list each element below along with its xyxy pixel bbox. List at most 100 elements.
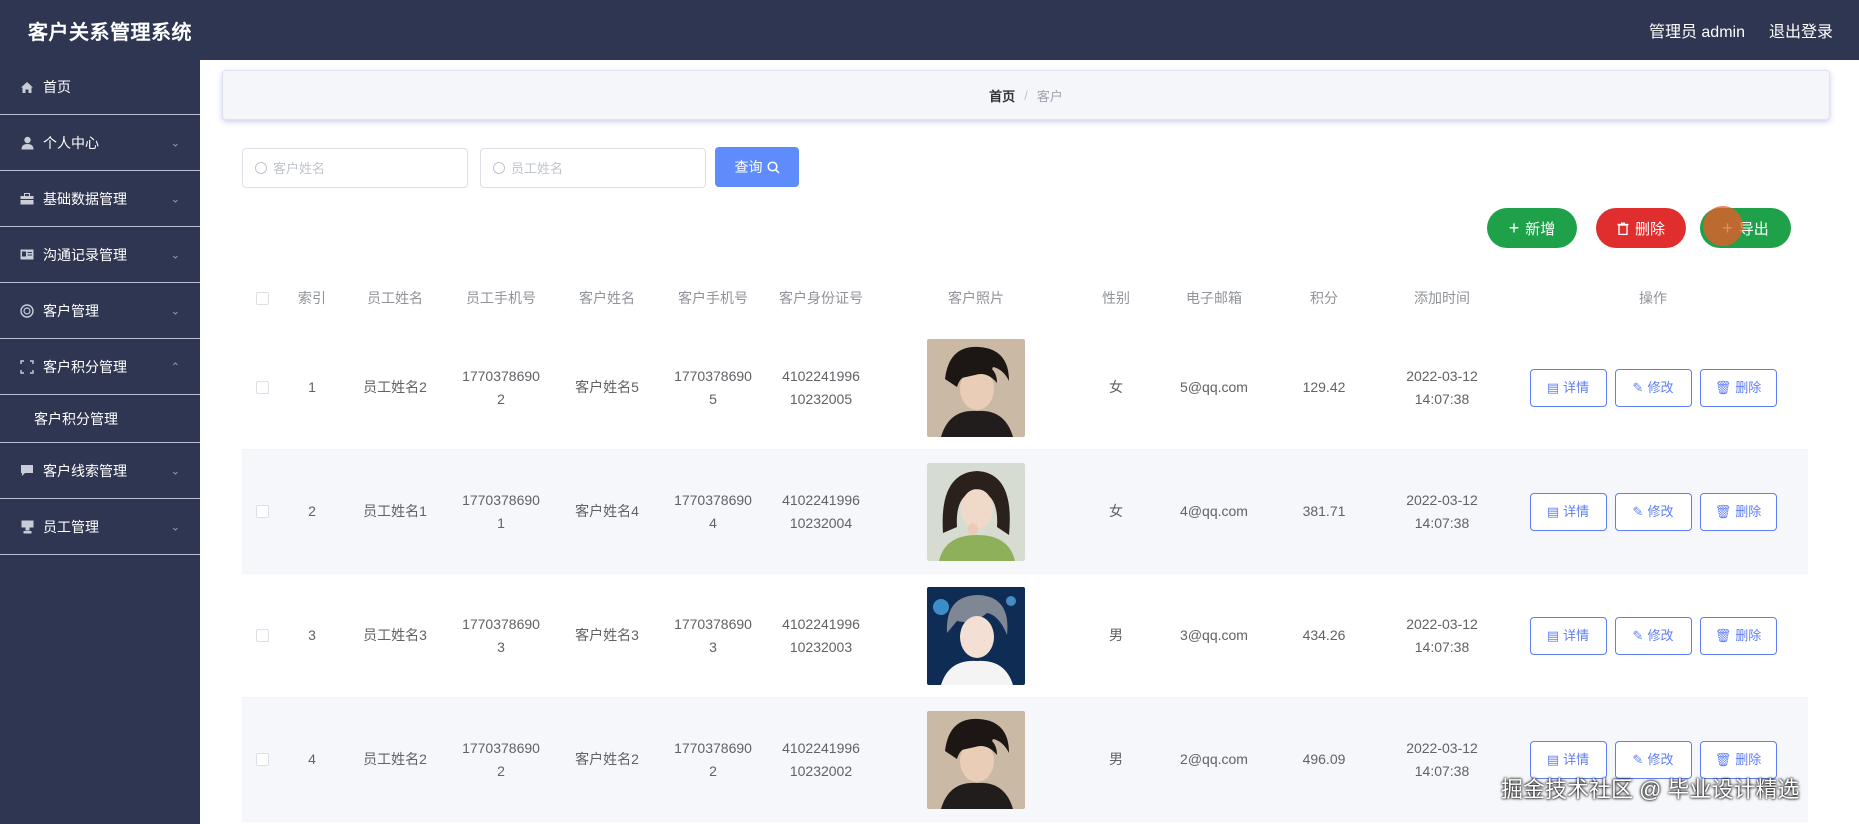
- globe-icon: [19, 303, 35, 319]
- breadcrumb-current: 客户: [1036, 88, 1063, 104]
- phone-part: 5: [709, 390, 717, 407]
- sidebar-item-label: 基础数据管理: [43, 190, 127, 207]
- batch-delete-button[interactable]: 删除: [1596, 208, 1686, 248]
- customer-phone-cell: 1770378690 2: [660, 737, 766, 783]
- customer-phone-cell: 1770378690 4: [660, 489, 766, 535]
- edit-icon: ✎: [1632, 628, 1644, 643]
- chevron-down-icon: ⌄: [170, 193, 180, 205]
- edit-button[interactable]: ✎ 修改: [1614, 368, 1692, 407]
- sidebar-item-label: 个人中心: [43, 134, 99, 151]
- row-check-cell: [242, 629, 282, 642]
- sidebar-item-home[interactable]: 首页: [0, 60, 200, 115]
- search-icon: [493, 162, 505, 174]
- customer-phone-cell: 1770378690 5: [660, 365, 766, 411]
- delete-button[interactable]: 🗑 删除: [1699, 368, 1777, 407]
- email-cell: 3@qq.com: [1180, 627, 1248, 643]
- edit-button[interactable]: ✎ 修改: [1614, 616, 1692, 655]
- employee-name-cell: 员工姓名2: [363, 379, 427, 395]
- export-button[interactable]: + 导出: [1700, 208, 1791, 248]
- detail-button[interactable]: ▤ 详情: [1529, 616, 1607, 655]
- search-icon: [766, 160, 780, 174]
- employee-name-cell: 员工姓名1: [363, 503, 427, 519]
- customer-id-cell: 4102241996 10232004: [766, 489, 876, 535]
- row-checkbox[interactable]: [255, 505, 269, 518]
- index-cell: 4: [308, 751, 316, 767]
- table-row: 3 员工姓名3 1770378690 3 客户姓名3 1770378690 3 41…: [242, 574, 1808, 698]
- add-label: 新增: [1525, 220, 1556, 238]
- sidebar-item-communication[interactable]: 沟通记录管理 ⌄: [0, 227, 200, 283]
- search-icon: [255, 162, 267, 174]
- phone-part: 1770378690: [674, 491, 752, 508]
- edit-label: 修改: [1647, 752, 1674, 767]
- added-time-cell: 2022-03-12 14:07:38: [1376, 737, 1508, 783]
- customer-photo[interactable]: [927, 586, 1025, 685]
- customer-name-cell: 客户姓名5: [575, 379, 639, 395]
- watermark: 掘金技术社区 @ 毕业设计精选: [1501, 777, 1800, 802]
- edit-label: 修改: [1647, 380, 1674, 395]
- index-cell: 3: [308, 627, 316, 643]
- photo-cell: [876, 586, 1076, 685]
- customer-name-input[interactable]: [273, 160, 453, 176]
- chevron-down-icon: ⌄: [170, 521, 180, 533]
- employee-phone-cell: 1770378690 3: [448, 613, 554, 659]
- sidebar-item-customer-points[interactable]: 客户积分管理 ⌃: [0, 339, 200, 395]
- employee-phone-cell: 1770378690 2: [448, 737, 554, 783]
- phone-part: 1: [497, 514, 505, 531]
- customer-name-search[interactable]: [242, 148, 468, 188]
- top-bar: 客户关系管理系统 管理员 admin 退出登录: [0, 0, 1859, 60]
- row-checkbox[interactable]: [255, 629, 269, 642]
- delete-button[interactable]: 🗑 删除: [1699, 616, 1777, 655]
- sidebar-item-customer[interactable]: 客户管理 ⌄: [0, 283, 200, 339]
- gender-cell: 男: [1109, 751, 1123, 767]
- phone-part: 1770378690: [674, 367, 752, 384]
- sidebar-item-basic-data[interactable]: 基础数据管理 ⌄: [0, 171, 200, 227]
- briefcase-icon: [19, 191, 35, 207]
- add-button[interactable]: + 新增: [1487, 208, 1577, 248]
- photo-cell: [876, 338, 1076, 437]
- row-checkbox[interactable]: [255, 381, 269, 394]
- query-label: 查询: [734, 159, 763, 175]
- delete-button[interactable]: 🗑 删除: [1699, 492, 1777, 531]
- customer-photo[interactable]: [927, 710, 1025, 809]
- select-all-checkbox[interactable]: [255, 291, 269, 305]
- chevron-down-icon: ⌄: [170, 305, 180, 317]
- phone-part: 1770378690: [462, 615, 540, 632]
- plus-icon: +: [1508, 217, 1520, 238]
- phone-part: 1770378690: [674, 739, 752, 756]
- customer-photo[interactable]: [927, 338, 1025, 437]
- breadcrumb-home[interactable]: 首页: [989, 86, 1015, 105]
- row-check-cell: [242, 381, 282, 394]
- sidebar-item-personal[interactable]: 个人中心 ⌄: [0, 115, 200, 171]
- time-part: 14:07:38: [1414, 514, 1470, 531]
- points-cell: 434.26: [1302, 627, 1346, 643]
- customer-phone-cell: 1770378690 3: [660, 613, 766, 659]
- detail-button[interactable]: ▤ 详情: [1529, 368, 1607, 407]
- employee-name-input[interactable]: [511, 160, 691, 176]
- email-cell: 4@qq.com: [1180, 503, 1248, 519]
- detail-button[interactable]: ▤ 详情: [1529, 492, 1607, 531]
- id-part: 4102241996: [782, 739, 860, 756]
- trash-icon: [1617, 222, 1629, 235]
- chevron-down-icon: ⌄: [170, 249, 180, 261]
- phone-part: 2: [497, 390, 505, 407]
- sidebar-item-label: 客户管理: [43, 302, 99, 319]
- customer-photo[interactable]: [927, 462, 1025, 561]
- email-cell: 2@qq.com: [1180, 751, 1248, 767]
- time-part: 14:07:38: [1414, 390, 1470, 407]
- logout-link[interactable]: 退出登录: [1769, 18, 1833, 42]
- header-customer-photo: 客户照片: [948, 289, 1004, 306]
- sidebar-item-employee[interactable]: 员工管理 ⌄: [0, 499, 200, 555]
- row-checkbox[interactable]: [255, 753, 269, 766]
- phone-part: 2: [709, 762, 717, 779]
- trash-icon: 🗑: [1714, 504, 1732, 519]
- id-part: 10232003: [789, 638, 853, 655]
- edit-button[interactable]: ✎ 修改: [1614, 492, 1692, 531]
- current-user[interactable]: 管理员 admin: [1649, 18, 1745, 42]
- employee-name-search[interactable]: [480, 148, 706, 188]
- index-cell: 1: [308, 379, 316, 395]
- id-part: 4102241996: [782, 491, 860, 508]
- operations-cell: ▤ 详情 ✎ 修改 🗑 删除: [1508, 492, 1798, 531]
- submenu-item-customer-points[interactable]: 客户积分管理: [0, 395, 200, 443]
- sidebar-item-customer-leads[interactable]: 客户线索管理 ⌄: [0, 443, 200, 499]
- query-button[interactable]: 查询: [715, 147, 799, 187]
